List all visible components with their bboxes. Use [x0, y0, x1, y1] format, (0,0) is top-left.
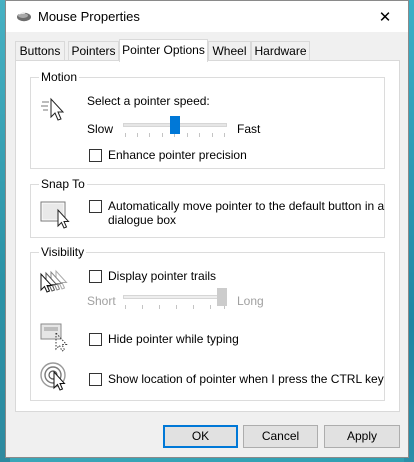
slider-tick — [159, 305, 160, 309]
visibility-group: Visibility Display pointer trails Short … — [30, 245, 385, 401]
show-location-ctrl-label: Show location of pointer when I press th… — [108, 372, 384, 386]
auto-snap-label-line2: dialogue box — [108, 213, 177, 227]
pointer-trails-checkbox[interactable] — [89, 270, 102, 283]
tab-pointer-options[interactable]: Pointer Options — [119, 39, 208, 62]
slider-tick — [187, 133, 188, 137]
tab-pointers[interactable]: Pointers — [68, 41, 119, 60]
title-bar[interactable]: Mouse Properties ✕ — [6, 1, 408, 32]
pointer-trails-slider-thumb[interactable] — [217, 288, 227, 306]
snap-to-group: Snap To Automatically move pointer to th… — [30, 177, 385, 238]
slider-tick — [162, 133, 163, 137]
cancel-button[interactable]: Cancel — [243, 425, 318, 448]
motion-group: Motion Select a pointer speed: Slow Fast… — [30, 70, 385, 169]
locate-pointer-ctrl-icon — [40, 362, 66, 391]
slider-tick — [193, 305, 194, 309]
tab-wheel[interactable]: Wheel — [208, 41, 251, 60]
pointer-trails-label: Display pointer trails — [108, 269, 217, 283]
hide-pointer-label: Hide pointer while typing — [108, 332, 239, 346]
tab-hardware[interactable]: Hardware — [251, 41, 310, 60]
slider-tick — [199, 133, 200, 137]
mouse-properties-dialog: Mouse Properties ✕ Buttons Pointers Poin… — [5, 0, 409, 458]
slider-tick — [210, 305, 211, 309]
slider-tick — [125, 305, 126, 309]
short-label: Short — [87, 294, 116, 308]
window-title: Mouse Properties — [38, 9, 140, 24]
slow-label: Slow — [87, 122, 114, 136]
fast-label: Fast — [237, 122, 261, 136]
snap-to-default-button-icon — [40, 201, 70, 229]
enhance-precision-checkbox[interactable] — [89, 149, 102, 162]
snap-to-group-label: Snap To — [39, 177, 87, 191]
ok-button[interactable]: OK — [163, 425, 238, 448]
pointer-trails-slider-track[interactable] — [123, 295, 227, 299]
tab-buttons[interactable]: Buttons — [15, 41, 65, 60]
show-location-ctrl-checkbox[interactable] — [89, 373, 102, 386]
mouse-icon — [17, 12, 31, 22]
pointer-speed-label: Select a pointer speed: — [87, 94, 210, 108]
slider-tick — [137, 133, 138, 137]
pointer-speed-slider-thumb[interactable] — [170, 116, 180, 134]
slider-tick — [212, 133, 213, 137]
pointer-trails-icon — [40, 269, 68, 293]
hide-pointer-checkbox[interactable] — [89, 333, 102, 346]
pointer-speed-icon — [41, 97, 65, 121]
slider-tick — [149, 133, 150, 137]
pointer-options-panel: Motion Select a pointer speed: Slow Fast… — [15, 60, 400, 412]
auto-snap-checkbox[interactable] — [89, 200, 102, 213]
close-icon: ✕ — [378, 8, 392, 26]
close-button[interactable]: ✕ — [362, 1, 408, 32]
slider-tick — [125, 133, 126, 137]
hide-pointer-typing-icon — [40, 323, 68, 352]
slider-tick — [224, 133, 225, 137]
slider-tick — [176, 305, 177, 309]
enhance-precision-label: Enhance pointer precision — [108, 148, 247, 162]
motion-group-label: Motion — [39, 70, 80, 84]
long-label: Long — [237, 294, 264, 308]
apply-button[interactable]: Apply — [324, 425, 400, 448]
slider-tick — [142, 305, 143, 309]
visibility-group-label: Visibility — [39, 245, 87, 259]
